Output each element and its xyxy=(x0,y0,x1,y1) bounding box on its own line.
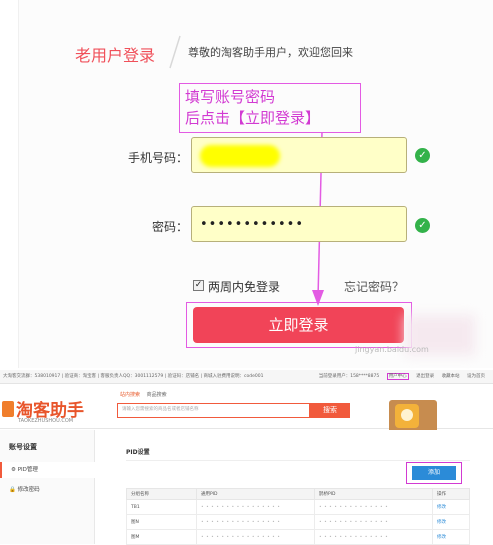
phone-redacted xyxy=(200,145,280,167)
cell-group: 图M xyxy=(126,529,197,545)
search-input[interactable]: 请输入您需搜索的商品名或者店铺名称 xyxy=(117,403,310,418)
lock-icon: 🔒 xyxy=(9,487,16,493)
topbar-links: 当前登录用户：158****8875 用户中心 退出登录 收藏本站 设为首页 xyxy=(313,370,485,384)
search-tab-site[interactable]: 站内搜索 xyxy=(120,392,140,398)
annotation-line-2: 后点击【立即登录】 xyxy=(185,109,321,127)
cell-action[interactable]: 修改 xyxy=(432,529,470,545)
annotation-box: 填写账号密码 后点击【立即登录】 xyxy=(179,83,361,133)
login-title: 老用户登录 xyxy=(75,46,156,65)
table-row: TB1 • • • • • • • • • • • • • • • • • • … xyxy=(126,499,470,515)
table-row: 图N • • • • • • • • • • • • • • • • • • •… xyxy=(126,514,470,530)
col-group: 分组名称 xyxy=(126,488,197,500)
search-tabs: 站内搜索 商品搜索 xyxy=(120,391,172,398)
settings-icon: ⚙ xyxy=(11,467,16,473)
cell-bridge-pid: • • • • • • • • • • • • • • xyxy=(314,529,433,545)
title-divider-line xyxy=(126,460,470,461)
sidebar: 账号设置 ⚙ PID管理 🔒 修改密码 xyxy=(0,430,95,544)
user-avatar[interactable] xyxy=(389,400,437,434)
cell-bridge-pid: • • • • • • • • • • • • • • xyxy=(314,514,433,530)
login-panel: 老用户登录 尊敬的淘客助手用户，欢迎您回来 填写账号密码 后点击【立即登录】 手… xyxy=(0,0,493,368)
search-tab-goods[interactable]: 商品搜索 xyxy=(147,392,167,398)
avatar-face xyxy=(401,409,413,421)
col-action: 操作 xyxy=(432,488,470,500)
set-homepage-link[interactable]: 设为首页 xyxy=(467,374,485,379)
cell-action[interactable]: 修改 xyxy=(432,499,470,515)
sidebar-title: 账号设置 xyxy=(9,443,37,451)
phone-valid-icon: ✓ xyxy=(415,148,430,163)
add-button[interactable]: 添加 xyxy=(412,466,456,480)
sidebar-item-label: 修改密码 xyxy=(17,487,40,493)
logo-subtext: TAOKEZHUSHOU.COM xyxy=(18,418,74,424)
col-bridge-pid: 鹊桥PID xyxy=(314,488,433,500)
cell-bridge-pid: • • • • • • • • • • • • • • xyxy=(314,499,433,515)
top-info-bar: 大淘客交流群：538010917 | 验证商：淘宝客 | 客服负责人QQ：300… xyxy=(0,370,493,384)
cell-common-pid: • • • • • • • • • • • • • • • • xyxy=(196,514,315,530)
phone-field[interactable] xyxy=(191,137,407,173)
main-content: PID设置 添加 分组名称 通用PID 鹊桥PID 操作 TB1 • • • •… xyxy=(96,430,493,545)
col-common-pid: 通用PID xyxy=(196,488,315,500)
table-row: 图M • • • • • • • • • • • • • • • • • • •… xyxy=(126,529,470,545)
cell-group: 图N xyxy=(126,514,197,530)
watermark: jingyan.baidu.com xyxy=(355,345,429,354)
title-divider xyxy=(169,35,181,69)
logout-link[interactable]: 退出登录 xyxy=(416,374,434,379)
forgot-password-link[interactable]: 忘记密码？ xyxy=(344,278,404,295)
topbar-info: 大淘客交流群：538010917 | 验证商：淘宝客 | 客服负责人QQ：300… xyxy=(3,374,264,379)
user-center-link[interactable]: 用户中心 xyxy=(386,373,409,380)
cell-common-pid: • • • • • • • • • • • • • • • • xyxy=(196,529,315,545)
cell-common-pid: • • • • • • • • • • • • • • • • xyxy=(196,499,315,515)
cell-action[interactable]: 修改 xyxy=(432,514,470,530)
annotation-line-1: 填写账号密码 xyxy=(185,88,276,106)
login-subtitle: 尊敬的淘客助手用户，欢迎您回来 xyxy=(188,46,353,59)
topbar-user: 当前登录用户：158****8875 xyxy=(318,374,380,379)
sidebar-item-label: PID管理 xyxy=(17,467,38,473)
password-field[interactable]: •••••••••••• xyxy=(191,206,407,242)
cell-group: TB1 xyxy=(126,499,197,515)
remember-checkbox[interactable]: ✓ xyxy=(193,280,204,291)
login-button[interactable]: 立即登录 xyxy=(193,307,404,343)
sidebar-item-password[interactable]: 🔒 修改密码 xyxy=(0,482,95,498)
search-button[interactable]: 搜索 xyxy=(310,403,350,418)
password-valid-icon: ✓ xyxy=(415,218,430,233)
sidebar-item-pid[interactable]: ⚙ PID管理 xyxy=(0,462,95,478)
password-label: 密码： xyxy=(152,220,189,234)
page-title: PID设置 xyxy=(126,449,150,456)
password-value: •••••••••••• xyxy=(200,217,305,232)
remember-label[interactable]: 两周内免登录 xyxy=(208,278,280,295)
phone-label: 手机号码： xyxy=(128,151,189,165)
bookmark-link[interactable]: 收藏本站 xyxy=(442,374,460,379)
pid-table: 分组名称 通用PID 鹊桥PID 操作 TB1 • • • • • • • • … xyxy=(126,488,470,545)
logo-icon xyxy=(2,401,14,417)
